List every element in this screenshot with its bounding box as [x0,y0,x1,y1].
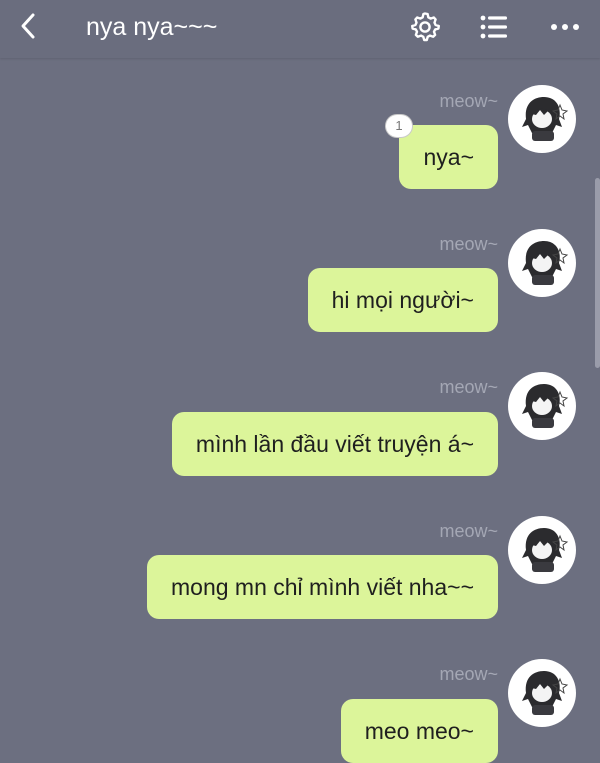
avatar-image [522,384,569,428]
chevron-left-icon [21,13,35,39]
avatar-image [522,97,569,141]
message-bubble[interactable]: mong mn chỉ mình viết nha~~ [147,555,498,619]
sender-name: meow~ [439,377,498,397]
avatar[interactable] [508,516,576,584]
sender-name: meow~ [439,234,498,254]
list-icon [480,15,507,39]
chat-header: nya nya~~~ [0,0,600,58]
message-text: hi mọi người~ [331,287,474,313]
message-bubble[interactable]: meo meo~ [340,699,498,763]
message-text: mong mn chỉ mình viết nha~~ [171,574,474,600]
settings-button[interactable] [409,11,441,43]
message-text: meo meo~ [364,718,474,744]
avatar[interactable] [508,372,576,440]
message-bubble[interactable]: mình lần đầu viết truyện á~ [171,412,498,476]
gear-icon [411,12,440,42]
more-horizontal-icon [551,24,579,30]
sender-name: meow~ [439,664,498,684]
avatar-image [522,241,569,285]
message-text: nya~ [423,144,474,170]
message-bubble[interactable]: hi mọi người~ [307,268,498,332]
more-button[interactable] [549,11,581,43]
chat-title: nya nya~~~ [86,13,218,41]
unread-count-badge: 1 [386,115,412,137]
avatar-image [522,671,569,715]
message-bubble[interactable]: nya~ [399,125,498,189]
scrollbar[interactable] [595,178,600,368]
avatar[interactable] [508,85,576,153]
avatar-image [522,528,569,572]
back-button[interactable] [14,10,42,42]
list-button[interactable] [478,11,510,43]
sender-name: meow~ [439,91,498,111]
avatar[interactable] [508,659,576,727]
avatar[interactable] [508,229,576,297]
message-text: mình lần đầu viết truyện á~ [195,431,474,457]
sender-name: meow~ [439,521,498,541]
